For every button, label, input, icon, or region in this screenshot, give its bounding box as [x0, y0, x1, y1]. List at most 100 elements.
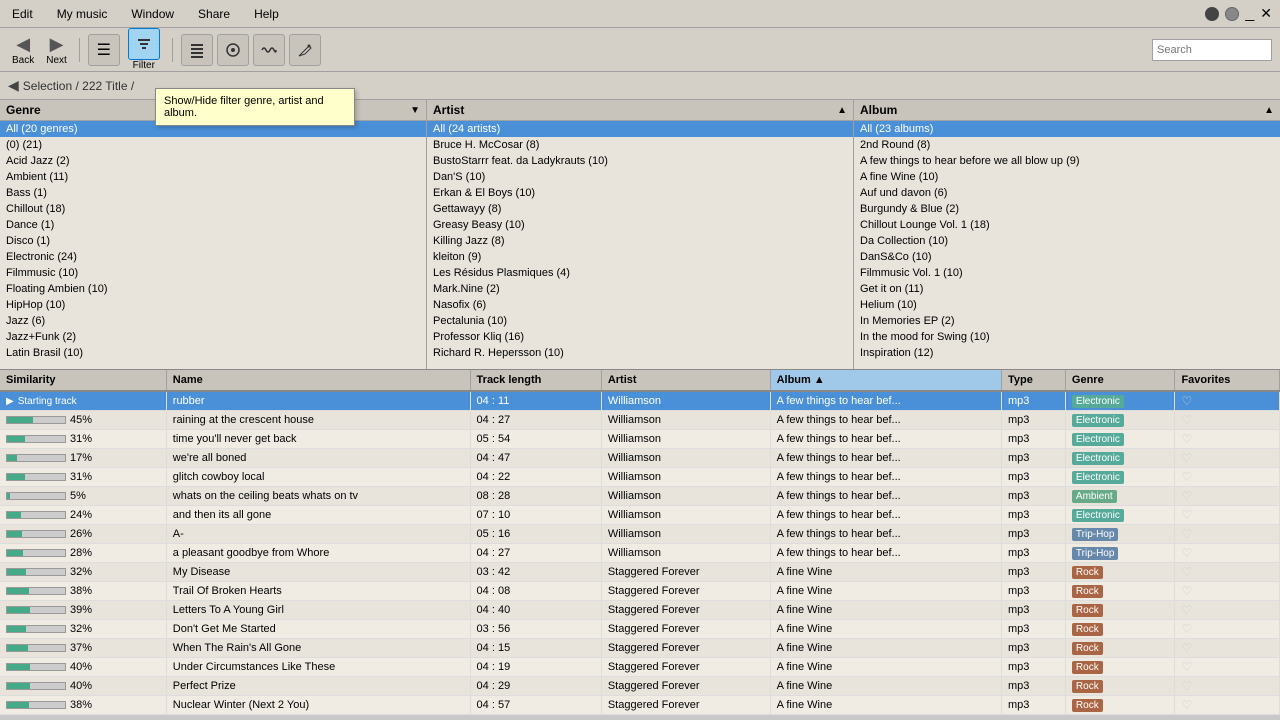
table-row[interactable]: 37%When The Rain's All Gone04 : 15Stagge… [0, 639, 1280, 658]
list-item[interactable]: Disco (1) [0, 233, 426, 249]
table-row[interactable]: 39%Letters To A Young Girl04 : 40Stagger… [0, 601, 1280, 620]
list-item[interactable]: Bruce H. McCosar (8) [427, 137, 853, 153]
favorites-cell[interactable]: ♡ [1175, 620, 1280, 639]
table-row[interactable]: 38%Trail Of Broken Hearts04 : 08Staggere… [0, 582, 1280, 601]
list-item[interactable]: Auf und davon (6) [854, 185, 1280, 201]
table-row[interactable]: 38%Nuclear Winter (Next 2 You)04 : 57Sta… [0, 696, 1280, 715]
favorites-cell[interactable]: ♡ [1175, 696, 1280, 715]
favorites-cell[interactable]: ♡ [1175, 658, 1280, 677]
favorites-cell[interactable]: ♡ [1175, 391, 1280, 411]
table-row[interactable]: 5%whats on the ceiling beats whats on tv… [0, 487, 1280, 506]
list-item[interactable]: All (23 albums) [854, 121, 1280, 137]
table-row[interactable]: ▶ Starting trackrubber04 : 11WilliamsonA… [0, 391, 1280, 411]
list-item[interactable]: Jazz+Funk (2) [0, 329, 426, 345]
list-item[interactable]: Pectalunia (10) [427, 313, 853, 329]
list-item[interactable]: HipHop (10) [0, 297, 426, 313]
col-type[interactable]: Type [1002, 370, 1066, 391]
list-item[interactable]: Ambient (11) [0, 169, 426, 185]
list-item[interactable]: Chillout (18) [0, 201, 426, 217]
list-item[interactable]: Nasofix (6) [427, 297, 853, 313]
table-row[interactable]: 26%A-05 : 16WilliamsonA few things to he… [0, 525, 1280, 544]
search-input[interactable] [1152, 39, 1272, 61]
list-item[interactable]: Dan'S (10) [427, 169, 853, 185]
list-view-btn[interactable] [181, 34, 213, 66]
list-item[interactable]: Filmmusic Vol. 1 (10) [854, 265, 1280, 281]
list-item[interactable]: In Memories EP (2) [854, 313, 1280, 329]
list-item[interactable]: Helium (10) [854, 297, 1280, 313]
next-nav[interactable]: ▶ Next [42, 32, 71, 68]
favorites-cell[interactable]: ♡ [1175, 582, 1280, 601]
album-list[interactable]: All (23 albums)2nd Round (8)A few things… [854, 121, 1280, 369]
list-item[interactable]: kleiton (9) [427, 249, 853, 265]
favorites-cell[interactable]: ♡ [1175, 563, 1280, 582]
col-artist[interactable]: Artist [601, 370, 770, 391]
list-item[interactable]: Killing Jazz (8) [427, 233, 853, 249]
favorites-cell[interactable]: ♡ [1175, 525, 1280, 544]
list-item[interactable]: DanS&Co (10) [854, 249, 1280, 265]
menu-share[interactable]: Share [194, 5, 234, 23]
list-item[interactable]: Richard R. Hepersson (10) [427, 345, 853, 361]
menu-window[interactable]: Window [127, 5, 178, 23]
minimize-btn[interactable]: _ [1245, 5, 1254, 23]
genre-list[interactable]: All (20 genres)(0) (21)Acid Jazz (2)Ambi… [0, 121, 426, 369]
filter-btn[interactable] [128, 28, 160, 60]
list-item[interactable]: A fine Wine (10) [854, 169, 1280, 185]
table-row[interactable]: 31%time you'll never get back05 : 54Will… [0, 430, 1280, 449]
table-row[interactable]: 28%a pleasant goodbye from Whore04 : 27W… [0, 544, 1280, 563]
favorites-cell[interactable]: ♡ [1175, 601, 1280, 620]
favorites-cell[interactable]: ♡ [1175, 639, 1280, 658]
table-row[interactable]: 45%raining at the crescent house04 : 27W… [0, 411, 1280, 430]
favorites-cell[interactable]: ♡ [1175, 677, 1280, 696]
list-item[interactable]: Les Résidus Plasmiques (4) [427, 265, 853, 281]
list-item[interactable]: Floating Ambien (10) [0, 281, 426, 297]
list-item[interactable]: 2nd Round (8) [854, 137, 1280, 153]
menu-help[interactable]: Help [250, 5, 283, 23]
table-row[interactable]: 24%and then its all gone07 : 10Williamso… [0, 506, 1280, 525]
list-item[interactable]: Bass (1) [0, 185, 426, 201]
table-row[interactable]: 17%we're all boned04 : 47WilliamsonA few… [0, 449, 1280, 468]
back-nav[interactable]: ◀ Back [8, 32, 38, 68]
list-item[interactable]: Jazz (6) [0, 313, 426, 329]
list-item[interactable]: Mark.Nine (2) [427, 281, 853, 297]
col-name[interactable]: Name [166, 370, 470, 391]
favorites-cell[interactable]: ♡ [1175, 411, 1280, 430]
list-item[interactable]: BustoStarrr feat. da Ladykrauts (10) [427, 153, 853, 169]
list-item[interactable]: Chillout Lounge Vol. 1 (18) [854, 217, 1280, 233]
col-similarity[interactable]: Similarity [0, 370, 166, 391]
list-item[interactable]: Burgundy & Blue (2) [854, 201, 1280, 217]
artist-list[interactable]: All (24 artists)Bruce H. McCosar (8)Bust… [427, 121, 853, 369]
close-btn[interactable]: ✕ [1260, 5, 1272, 22]
list-item[interactable]: All (24 artists) [427, 121, 853, 137]
favorites-cell[interactable]: ♡ [1175, 449, 1280, 468]
list-item[interactable]: Greasy Beasy (10) [427, 217, 853, 233]
table-row[interactable]: 31%glitch cowboy local04 : 22WilliamsonA… [0, 468, 1280, 487]
table-row[interactable]: 32%Don't Get Me Started03 : 56Staggered … [0, 620, 1280, 639]
col-length[interactable]: Track length [470, 370, 601, 391]
table-row[interactable]: 32%My Disease03 : 42Staggered ForeverA f… [0, 563, 1280, 582]
tag-btn[interactable] [289, 34, 321, 66]
list-item[interactable]: Get it on (11) [854, 281, 1280, 297]
list-item[interactable]: Inspiration (12) [854, 345, 1280, 361]
list-item[interactable]: Latin Brasil (10) [0, 345, 426, 361]
list-item[interactable]: Professor Kliq (16) [427, 329, 853, 345]
list-item[interactable]: Electronic (24) [0, 249, 426, 265]
col-favorites[interactable]: Favorites [1175, 370, 1280, 391]
list-item[interactable]: Dance (1) [0, 217, 426, 233]
list-item[interactable]: In the mood for Swing (10) [854, 329, 1280, 345]
track-table-container[interactable]: Similarity Name Track length Artist Albu… [0, 370, 1280, 715]
favorites-cell[interactable]: ♡ [1175, 544, 1280, 563]
filter-nav[interactable]: Filter [124, 26, 164, 73]
list-item[interactable]: Filmmusic (10) [0, 265, 426, 281]
favorites-cell[interactable]: ♡ [1175, 468, 1280, 487]
album-header[interactable]: Album ▲ [854, 100, 1280, 121]
table-row[interactable]: 40%Perfect Prize04 : 29Staggered Forever… [0, 677, 1280, 696]
menu-edit[interactable]: Edit [8, 5, 37, 23]
list-item[interactable]: Da Collection (10) [854, 233, 1280, 249]
list-item[interactable]: (0) (21) [0, 137, 426, 153]
favorites-cell[interactable]: ♡ [1175, 506, 1280, 525]
list-item[interactable]: Erkan & El Boys (10) [427, 185, 853, 201]
table-row[interactable]: 40%Under Circumstances Like These04 : 19… [0, 658, 1280, 677]
cover-view-btn[interactable] [217, 34, 249, 66]
artist-header[interactable]: Artist ▲ [427, 100, 853, 121]
waveform-view-btn[interactable] [253, 34, 285, 66]
